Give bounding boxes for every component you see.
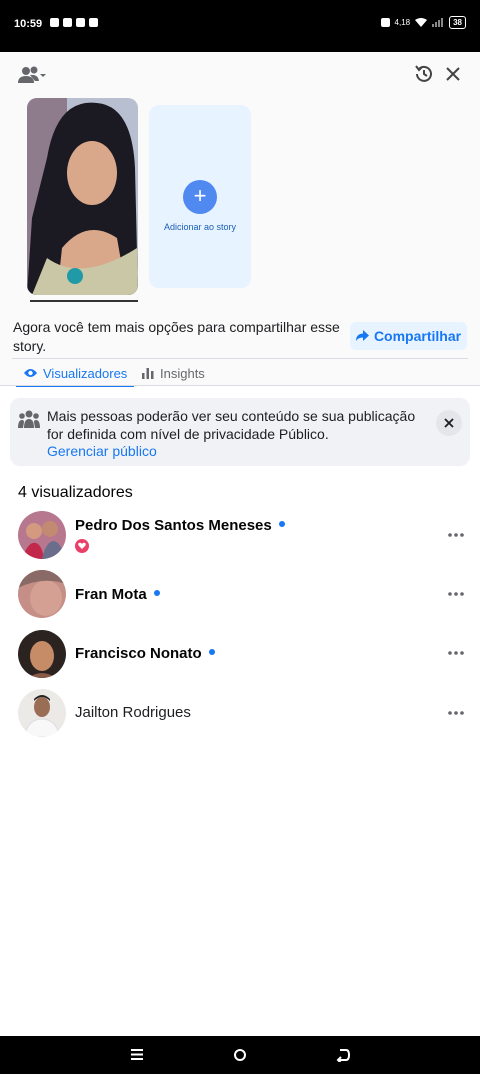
more-icon[interactable]: [444, 530, 468, 540]
avatar[interactable]: [18, 511, 66, 559]
share-arrow-icon: [355, 330, 369, 341]
network-speed: 4,18: [394, 18, 411, 27]
share-button-label: Compartilhar: [373, 328, 462, 344]
notification-icon: [50, 18, 59, 27]
history-icon[interactable]: [414, 64, 434, 84]
heart-reaction-icon: [75, 539, 89, 553]
more-icon[interactable]: [444, 648, 468, 658]
menu-icon[interactable]: [131, 1049, 143, 1060]
notification-icon: [63, 18, 72, 27]
signal-icon: [432, 18, 444, 27]
viewer-row[interactable]: Pedro Dos Santos Meneses: [0, 511, 480, 563]
more-icon[interactable]: [444, 708, 468, 718]
add-to-story-card[interactable]: + Adicionar ao story: [149, 105, 251, 288]
tab-viewers-label: Visualizadores: [43, 365, 128, 381]
eye-icon: [24, 369, 37, 377]
avatar[interactable]: [18, 630, 66, 678]
manage-audience-link[interactable]: Gerenciar público: [47, 443, 157, 459]
story-selected-indicator: [30, 300, 138, 302]
status-time: 10:59: [14, 18, 43, 30]
battery-icon: 38: [449, 16, 466, 29]
status-bar: 10:59 4,18 38: [0, 0, 480, 52]
close-icon[interactable]: [445, 66, 461, 82]
viewer-row[interactable]: Francisco Nonato: [0, 630, 480, 682]
online-indicator: [278, 521, 285, 528]
alarm-icon: [380, 18, 390, 27]
viewers-count: 4 visualizadores: [18, 484, 133, 501]
notification-icons: [50, 18, 98, 27]
story-thumbnail[interactable]: [27, 98, 138, 295]
bar-chart-icon: [142, 367, 154, 379]
avatar[interactable]: [18, 570, 66, 618]
status-right: 4,18 38: [380, 16, 466, 29]
viewer-name[interactable]: Jailton Rodrigues: [75, 704, 191, 721]
tab-insights-label: Insights: [160, 365, 205, 381]
system-nav-bar: [0, 1036, 480, 1074]
online-indicator: [208, 649, 215, 656]
viewer-name[interactable]: Pedro Dos Santos Meneses: [75, 517, 285, 534]
more-icon[interactable]: [444, 589, 468, 599]
online-indicator: [153, 590, 160, 597]
notification-icon: [76, 18, 85, 27]
tab-viewers[interactable]: Visualizadores: [24, 362, 127, 384]
share-button[interactable]: Compartilhar: [350, 322, 467, 350]
notification-icon: [89, 18, 98, 27]
viewer-row[interactable]: Fran Mota: [0, 570, 480, 622]
notice-text: Mais pessoas poderão ver seu conteúdo se…: [47, 408, 416, 442]
privacy-notice: Mais pessoas poderão ver seu conteúdo se…: [10, 398, 470, 466]
plus-icon[interactable]: +: [183, 180, 217, 214]
notice-close-button[interactable]: [436, 410, 462, 436]
divider: [12, 358, 468, 359]
add-to-story-label: Adicionar ao story: [163, 222, 237, 232]
tabs: Visualizadores Insights: [0, 362, 480, 387]
viewer-name[interactable]: Fran Mota: [75, 586, 160, 603]
divider: [0, 385, 480, 386]
viewer-row[interactable]: Jailton Rodrigues: [0, 689, 480, 741]
top-bar: [0, 52, 480, 96]
friends-icon[interactable]: [18, 66, 46, 84]
share-description: Agora você tem mais opções para comparti…: [13, 319, 340, 354]
back-icon[interactable]: [336, 1048, 350, 1062]
story-section: + Adicionar ao story Agora você tem mais…: [0, 96, 480, 387]
viewer-name[interactable]: Francisco Nonato: [75, 645, 215, 662]
people-group-icon: [18, 410, 40, 428]
tab-insights[interactable]: Insights: [142, 362, 205, 384]
wifi-icon: [415, 18, 428, 27]
home-icon[interactable]: [234, 1049, 246, 1061]
avatar[interactable]: [18, 689, 66, 737]
close-icon: [444, 418, 454, 428]
